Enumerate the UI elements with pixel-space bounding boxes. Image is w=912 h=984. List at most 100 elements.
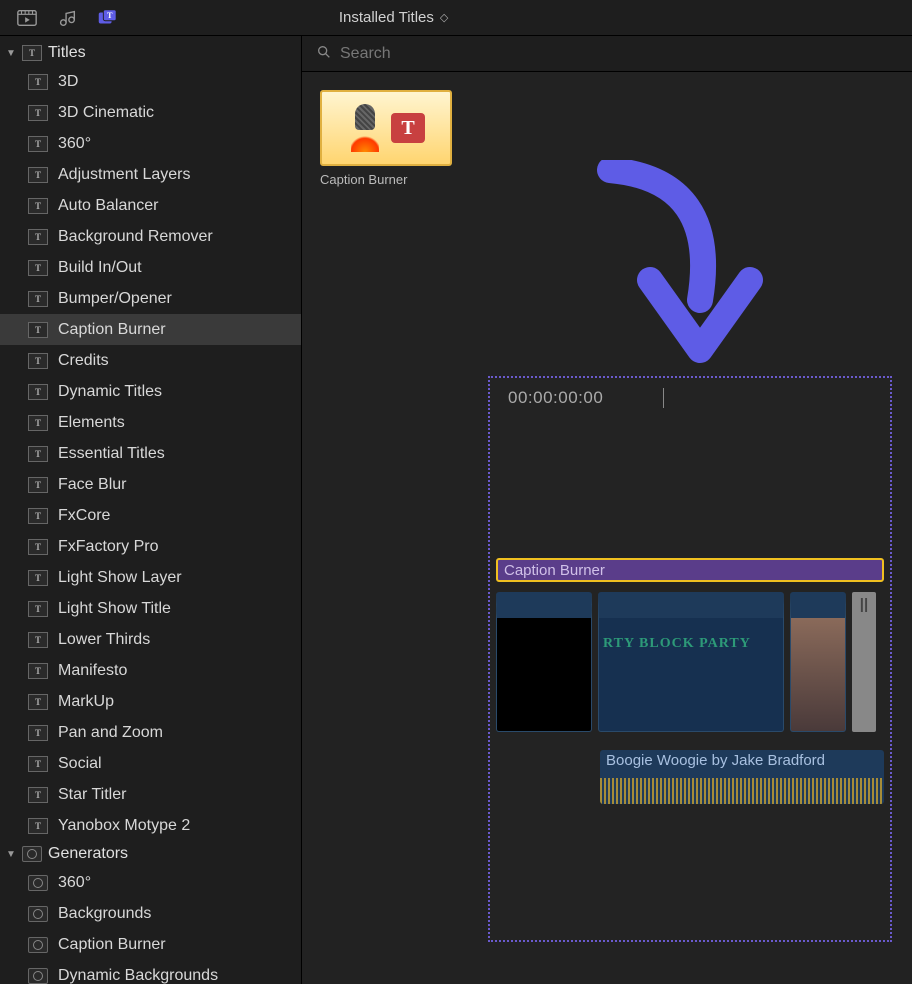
sidebar-item[interactable]: TLight Show Title (0, 593, 301, 624)
generators-category-header[interactable]: ▼ Generators (0, 841, 301, 867)
sidebar-item-label: Yanobox Motype 2 (58, 817, 190, 835)
sidebar-item[interactable]: TLower Thirds (0, 624, 301, 655)
sidebar-item[interactable]: TFxCore (0, 500, 301, 531)
sidebar-item[interactable]: Dynamic Backgrounds (0, 960, 301, 984)
generator-icon (22, 846, 42, 862)
sidebar-item[interactable]: T Pan and Zoom (0, 717, 301, 748)
text-icon: T (28, 198, 48, 214)
sidebar-item-label: Auto Balancer (58, 197, 159, 215)
browser-grid: T Caption Burner (302, 72, 912, 205)
sidebar-item-label: FxFactory Pro (58, 538, 158, 556)
sidebar-item[interactable]: Caption Burner (0, 929, 301, 960)
sidebar-item-label: Face Blur (58, 476, 126, 494)
sidebar-item[interactable]: TLight Show Layer (0, 562, 301, 593)
disclosure-triangle-icon: ▼ (6, 849, 16, 860)
sidebar-item-label: Pan and Zoom (58, 724, 163, 742)
sidebar-item[interactable]: Backgrounds (0, 898, 301, 929)
sidebar-item-label: Light Show Title (58, 600, 171, 618)
sidebar-item-label: Caption Burner (58, 321, 166, 339)
sidebar-item[interactable]: TSocial (0, 748, 301, 779)
text-icon: T (28, 74, 48, 90)
sidebar-item-label: Social (58, 755, 102, 773)
handle-glyph: || (860, 596, 868, 613)
sidebar-item[interactable]: TBuild In/Out (0, 252, 301, 283)
dropdown-label: Installed Titles (339, 9, 434, 26)
clip-label: Boogie Woogie by Jake Bradford (606, 752, 825, 769)
generator-icon (28, 906, 48, 922)
clip-label: Caption Burner (504, 562, 605, 579)
category-label: Generators (48, 845, 128, 863)
text-icon: T (28, 477, 48, 493)
thumbnail-preview: T (320, 90, 452, 166)
sidebar-item[interactable]: T Caption Burner (0, 314, 301, 345)
sidebar-item[interactable]: T Yanobox Motype 2 (0, 810, 301, 841)
sidebar-item-label: 3D (58, 73, 78, 91)
sidebar-item-label: Light Show Layer (58, 569, 182, 587)
generator-icon (28, 968, 48, 984)
sidebar: ▼ T Titles T3DT3D CinematicT360°TAdjustm… (0, 36, 302, 984)
sidebar-item-label: Dynamic Titles (58, 383, 162, 401)
text-icon: T (28, 353, 48, 369)
titles-category-header[interactable]: ▼ T Titles (0, 40, 301, 66)
thumbnail-label: Caption Burner (320, 172, 452, 187)
sidebar-item-label: Adjustment Layers (58, 166, 191, 184)
clip-trim-handle[interactable]: || (852, 592, 876, 732)
search-bar (302, 36, 912, 72)
sidebar-item[interactable]: T Dynamic Titles (0, 376, 301, 407)
sidebar-item[interactable]: TMarkUp (0, 686, 301, 717)
browser-filter-dropdown[interactable]: Installed Titles ◇ (339, 9, 446, 26)
sidebar-item-label: Star Titler (58, 786, 126, 804)
disclosure-triangle-icon: ▼ (6, 48, 16, 59)
timeline-video-clip[interactable]: FCP (790, 592, 846, 732)
sidebar-item[interactable]: T Face Blur (0, 469, 301, 500)
sidebar-item[interactable]: T 3D (0, 66, 301, 97)
timeline-video-clip[interactable]: Green on Blue RTY BLOCK PARTY (598, 592, 784, 732)
sidebar-item[interactable]: T Bumper/Opener (0, 283, 301, 314)
timeline-audio-clip[interactable]: Boogie Woogie by Jake Bradford (600, 750, 884, 804)
search-input[interactable] (340, 45, 898, 63)
sidebar-item-label: 360° (58, 874, 91, 892)
photos-audio-icon[interactable] (56, 7, 78, 29)
text-icon: T (28, 260, 48, 276)
sidebar-item[interactable]: TElements (0, 407, 301, 438)
playhead-icon[interactable] (663, 388, 664, 408)
text-icon: T (28, 384, 48, 400)
sidebar-item-label: Manifesto (58, 662, 127, 680)
text-icon: T (28, 322, 48, 338)
sidebar-item[interactable]: 360° (0, 867, 301, 898)
sidebar-item-label: Essential Titles (58, 445, 165, 463)
sidebar-item[interactable]: TStar Titler (0, 779, 301, 810)
sidebar-item[interactable]: T Auto Balancer (0, 190, 301, 221)
sidebar-item[interactable]: T3D Cinematic (0, 97, 301, 128)
sidebar-item-label: Credits (58, 352, 109, 370)
text-icon: T (28, 694, 48, 710)
text-icon: T (28, 167, 48, 183)
sidebar-item[interactable]: TFxFactory Pro (0, 531, 301, 562)
sidebar-item[interactable]: T Credits (0, 345, 301, 376)
text-icon: T (28, 725, 48, 741)
timeline-ruler[interactable]: 00:00:00:00 (490, 378, 890, 418)
sidebar-item-label: 3D Cinematic (58, 104, 154, 122)
sidebar-item-label: Background Remover (58, 228, 213, 246)
top-toolbar: T Installed Titles ◇ (0, 0, 912, 36)
search-icon (316, 44, 332, 64)
sidebar-item[interactable]: TEssential Titles (0, 438, 301, 469)
text-icon: T (28, 818, 48, 834)
text-badge-icon: T (391, 113, 425, 143)
sidebar-item-label: Backgrounds (58, 905, 151, 923)
sidebar-item[interactable]: TManifesto (0, 655, 301, 686)
category-label: Titles (48, 44, 86, 62)
text-icon: T (28, 291, 48, 307)
timeline-title-clip[interactable]: Caption Burner (496, 558, 884, 582)
sidebar-item[interactable]: T Adjustment Layers (0, 159, 301, 190)
sidebar-item[interactable]: T360° (0, 128, 301, 159)
timeline-video-clip[interactable]: Custom (496, 592, 592, 732)
clip-label: FCP (797, 600, 827, 617)
text-icon: T (28, 508, 48, 524)
sidebar-item[interactable]: TBackground Remover (0, 221, 301, 252)
titles-generators-icon[interactable]: T (96, 7, 118, 29)
generator-icon (28, 875, 48, 891)
title-thumbnail-card[interactable]: T Caption Burner (320, 90, 452, 187)
sidebar-item-label: Bumper/Opener (58, 290, 172, 308)
media-browser-icon[interactable] (16, 7, 38, 29)
